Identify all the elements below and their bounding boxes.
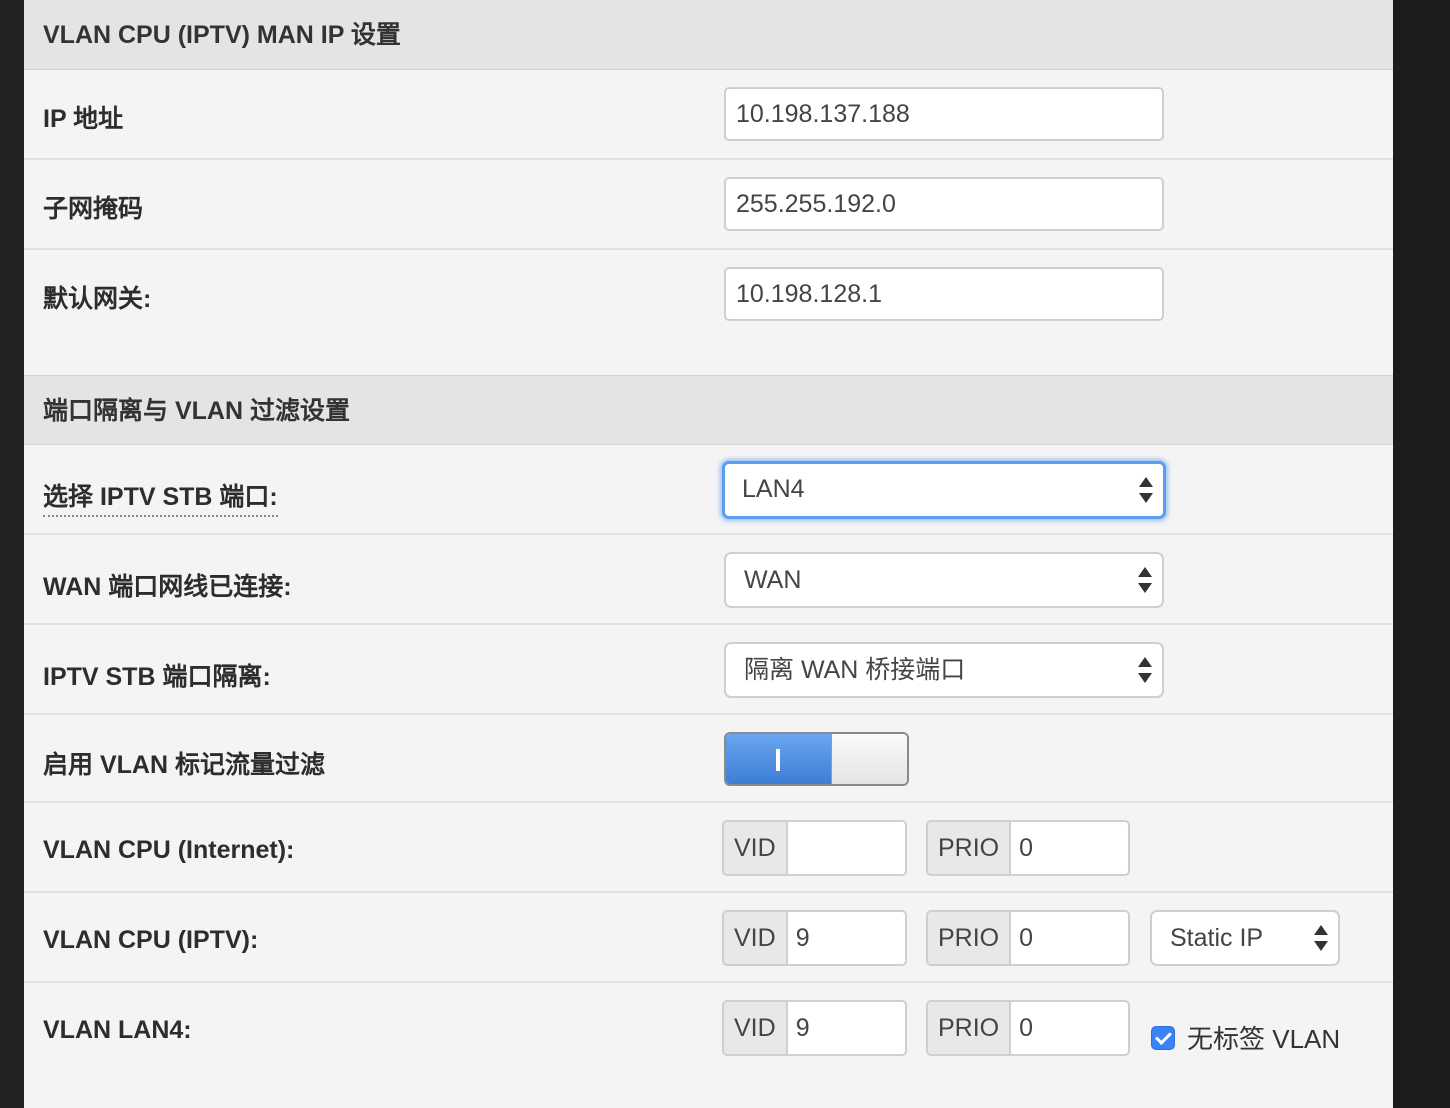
select-arrows-icon xyxy=(1138,567,1152,593)
vlan-cpu-iptv-prio-group: PRIO 0 xyxy=(926,910,1131,966)
section-header-man-ip: VLAN CPU (IPTV) MAN IP 设置 xyxy=(24,0,1393,70)
vid-addon: VID xyxy=(722,1000,788,1056)
vlan-cpu-internet-vid-group: VID xyxy=(722,820,907,876)
wan-port-select[interactable]: WAN xyxy=(724,552,1164,608)
wan-port-label: WAN 端口网线已连接: xyxy=(43,573,292,601)
row-subnet-mask: 子网掩码 255.255.192.0 xyxy=(24,160,1393,250)
prio-addon: PRIO xyxy=(926,820,1012,876)
section-title: VLAN CPU (IPTV) MAN IP 设置 xyxy=(43,21,401,49)
section-header-port-isolation: 端口隔离与 VLAN 过滤设置 xyxy=(24,375,1393,445)
untagged-vlan-option[interactable]: 无标签 VLAN xyxy=(1151,1019,1340,1056)
toggle-on-icon xyxy=(776,749,780,771)
row-vlan-lan4: VLAN LAN4: VID 9 PRIO 0 无标签 VLAN xyxy=(24,983,1393,1073)
stb-isolation-value: 隔离 WAN 桥接端口 xyxy=(744,656,966,684)
vid-addon: VID xyxy=(722,910,788,966)
stb-isolation-select[interactable]: 隔离 WAN 桥接端口 xyxy=(724,642,1164,698)
vlan-cpu-iptv-vid-input[interactable]: 9 xyxy=(787,910,907,966)
vlan-cpu-iptv-prio-input[interactable]: 0 xyxy=(1011,910,1131,966)
row-wan-port: WAN 端口网线已连接: WAN xyxy=(24,535,1393,625)
row-stb-port: 选择 IPTV STB 端口: LAN4 xyxy=(24,445,1393,535)
toggle-on-track xyxy=(726,734,831,784)
ip-address-input[interactable]: 10.198.137.188 xyxy=(724,87,1164,141)
vlan-lan4-prio-group: PRIO 0 xyxy=(926,1000,1131,1056)
default-gateway-label: 默认网关: xyxy=(43,285,152,313)
vlan-cpu-internet-prio-input[interactable]: 0 xyxy=(1011,820,1131,876)
vlan-filter-label: 启用 VLAN 标记流量过滤 xyxy=(43,751,325,779)
section-title: 端口隔离与 VLAN 过滤设置 xyxy=(43,397,350,425)
background-left xyxy=(0,0,24,1108)
stb-port-select[interactable]: LAN4 xyxy=(722,461,1166,519)
vlan-cpu-internet-label: VLAN CPU (Internet): xyxy=(43,836,295,864)
vlan-cpu-internet-vid-input[interactable] xyxy=(787,820,907,876)
prio-addon: PRIO xyxy=(926,910,1012,966)
background-right xyxy=(1393,0,1450,1108)
row-vlan-cpu-iptv: VLAN CPU (IPTV): VID 9 PRIO 0 Static IP xyxy=(24,893,1393,983)
row-ip-address: IP 地址 10.198.137.188 xyxy=(24,70,1393,160)
vlan-cpu-iptv-mode-value: Static IP xyxy=(1170,924,1264,952)
row-vlan-filter: 启用 VLAN 标记流量过滤 xyxy=(24,715,1393,803)
vlan-lan4-vid-input[interactable]: 9 xyxy=(787,1000,907,1056)
untagged-vlan-checkbox[interactable] xyxy=(1151,1025,1175,1050)
vlan-cpu-iptv-vid-group: VID 9 xyxy=(722,910,907,966)
prio-addon: PRIO xyxy=(926,1000,1012,1056)
stb-port-value: LAN4 xyxy=(742,475,805,503)
row-default-gateway: 默认网关: 10.198.128.1 xyxy=(24,250,1393,375)
row-vlan-cpu-internet: VLAN CPU (Internet): VID PRIO 0 xyxy=(24,803,1393,893)
stb-port-label: 选择 IPTV STB 端口: xyxy=(43,477,278,517)
vlan-filter-toggle[interactable] xyxy=(724,732,909,786)
default-gateway-input[interactable]: 10.198.128.1 xyxy=(724,267,1164,321)
toggle-knob xyxy=(831,734,907,784)
vid-addon: VID xyxy=(722,820,788,876)
vlan-lan4-prio-input[interactable]: 0 xyxy=(1011,1000,1131,1056)
row-stb-isolation: IPTV STB 端口隔离: 隔离 WAN 桥接端口 xyxy=(24,625,1393,715)
subnet-mask-input[interactable]: 255.255.192.0 xyxy=(724,177,1164,231)
vlan-cpu-iptv-mode-select[interactable]: Static IP xyxy=(1150,910,1340,966)
vlan-lan4-vid-group: VID 9 xyxy=(722,1000,907,1056)
subnet-mask-label: 子网掩码 xyxy=(43,195,144,223)
vlan-cpu-iptv-label: VLAN CPU (IPTV): xyxy=(43,926,259,954)
vlan-cpu-internet-prio-group: PRIO 0 xyxy=(926,820,1131,876)
stb-isolation-label: IPTV STB 端口隔离: xyxy=(43,663,271,691)
select-arrows-icon xyxy=(1138,657,1152,683)
vlan-lan4-label: VLAN LAN4: xyxy=(43,1016,192,1044)
ip-address-label: IP 地址 xyxy=(43,105,124,133)
select-arrows-icon xyxy=(1314,925,1328,951)
untagged-vlan-label: 无标签 VLAN xyxy=(1187,1024,1341,1054)
select-arrows-icon xyxy=(1139,477,1153,503)
settings-panel: VLAN CPU (IPTV) MAN IP 设置 IP 地址 10.198.1… xyxy=(24,0,1393,1108)
wan-port-value: WAN xyxy=(744,566,802,594)
